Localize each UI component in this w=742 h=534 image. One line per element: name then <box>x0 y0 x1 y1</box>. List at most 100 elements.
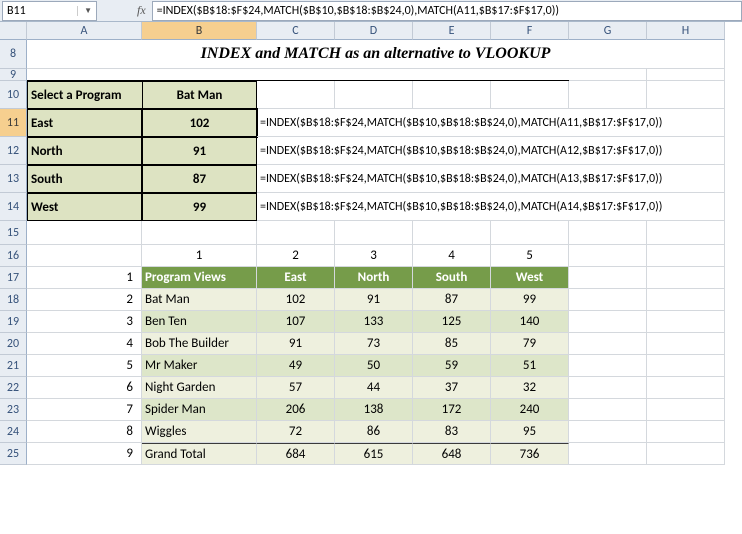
table-row-value[interactable]: 206 <box>257 399 335 421</box>
cell[interactable] <box>569 221 647 245</box>
table-row-value[interactable]: 99 <box>491 289 569 311</box>
table-row-value[interactable]: 125 <box>413 311 491 333</box>
table-row-value[interactable]: 138 <box>335 399 413 421</box>
row-header[interactable]: 10 <box>0 81 27 109</box>
cell[interactable] <box>647 443 725 465</box>
cell[interactable] <box>647 311 725 333</box>
table-row-label[interactable]: Wiggles <box>142 421 257 443</box>
row-header[interactable]: 20 <box>0 333 27 355</box>
cell[interactable] <box>647 399 725 421</box>
cell[interactable] <box>647 221 725 245</box>
formula-input[interactable] <box>152 1 742 21</box>
table-header[interactable]: South <box>413 267 491 289</box>
row-header[interactable]: 15 <box>0 221 27 245</box>
table-row-label[interactable]: Night Garden <box>142 377 257 399</box>
cell[interactable] <box>27 69 569 81</box>
result-region[interactable]: West <box>27 193 142 221</box>
row-header[interactable]: 24 <box>0 421 27 443</box>
cell[interactable] <box>413 81 491 109</box>
table-header[interactable]: North <box>335 267 413 289</box>
table-row-value[interactable]: 87 <box>413 289 491 311</box>
table-row-value[interactable]: 107 <box>257 311 335 333</box>
table-row-label[interactable]: Ben Ten <box>142 311 257 333</box>
row-index[interactable]: 9 <box>27 443 142 465</box>
cell[interactable] <box>569 443 647 465</box>
result-value[interactable]: 87 <box>142 165 257 193</box>
table-row-value[interactable]: 73 <box>335 333 413 355</box>
table-row-label[interactable]: Bat Man <box>142 289 257 311</box>
table-total-value[interactable]: 684 <box>257 443 335 465</box>
col-header-B[interactable]: B <box>142 22 257 40</box>
cell[interactable] <box>647 377 725 399</box>
cell[interactable] <box>257 81 335 109</box>
row-header[interactable]: 12 <box>0 137 27 165</box>
col-index[interactable]: 1 <box>142 245 257 267</box>
col-header-D[interactable]: D <box>335 22 413 40</box>
cell[interactable] <box>335 81 413 109</box>
cell[interactable] <box>27 245 142 267</box>
table-row-value[interactable]: 102 <box>257 289 335 311</box>
table-row-value[interactable]: 240 <box>491 399 569 421</box>
table-row-label[interactable]: Bob The Builder <box>142 333 257 355</box>
name-box[interactable]: B11 ▼ <box>2 1 97 21</box>
cell[interactable] <box>569 399 647 421</box>
row-index[interactable]: 3 <box>27 311 142 333</box>
table-total-label[interactable]: Grand Total <box>142 443 257 465</box>
cell[interactable] <box>491 81 569 109</box>
row-index[interactable]: 4 <box>27 333 142 355</box>
cell[interactable] <box>569 289 647 311</box>
cell[interactable] <box>647 333 725 355</box>
cell[interactable] <box>27 221 142 245</box>
col-index[interactable]: 2 <box>257 245 335 267</box>
table-row-value[interactable]: 85 <box>413 333 491 355</box>
table-row-value[interactable]: 172 <box>413 399 491 421</box>
cell[interactable] <box>413 221 491 245</box>
cell[interactable] <box>142 221 257 245</box>
row-header[interactable]: 13 <box>0 165 27 193</box>
row-header[interactable]: 16 <box>0 245 27 267</box>
row-header[interactable]: 22 <box>0 377 27 399</box>
row-header[interactable]: 9 <box>0 69 27 81</box>
select-program-label[interactable]: Select a Program <box>27 81 142 109</box>
cell[interactable] <box>569 245 647 267</box>
table-row-value[interactable]: 140 <box>491 311 569 333</box>
table-row-value[interactable]: 86 <box>335 421 413 443</box>
cell[interactable] <box>647 267 725 289</box>
row-header[interactable]: 19 <box>0 311 27 333</box>
table-header[interactable]: West <box>491 267 569 289</box>
col-index[interactable]: 5 <box>491 245 569 267</box>
table-total-value[interactable]: 648 <box>413 443 491 465</box>
name-box-dropdown-icon[interactable]: ▼ <box>77 6 92 16</box>
cell[interactable] <box>569 355 647 377</box>
table-row-value[interactable]: 32 <box>491 377 569 399</box>
table-total-value[interactable]: 615 <box>335 443 413 465</box>
table-row-value[interactable]: 49 <box>257 355 335 377</box>
cell[interactable] <box>647 421 725 443</box>
result-formula-text[interactable]: =INDEX($B$18:$F$24,MATCH($B$10,$B$18:$B$… <box>257 109 725 137</box>
result-region[interactable]: South <box>27 165 142 193</box>
col-header-A[interactable]: A <box>27 22 142 40</box>
selected-program[interactable]: Bat Man <box>142 81 257 109</box>
table-row-value[interactable]: 133 <box>335 311 413 333</box>
cell[interactable] <box>569 311 647 333</box>
result-region[interactable]: East <box>27 109 142 137</box>
result-value[interactable]: 99 <box>142 193 257 221</box>
cell[interactable] <box>335 221 413 245</box>
cell[interactable] <box>647 69 725 81</box>
table-row-value[interactable]: 95 <box>491 421 569 443</box>
row-index[interactable]: 2 <box>27 289 142 311</box>
cell[interactable] <box>569 69 647 81</box>
row-header[interactable]: 11 <box>0 109 27 137</box>
table-row-label[interactable]: Spider Man <box>142 399 257 421</box>
table-total-value[interactable]: 736 <box>491 443 569 465</box>
result-formula-text[interactable]: =INDEX($B$18:$F$24,MATCH($B$10,$B$18:$B$… <box>257 137 725 165</box>
result-region[interactable]: North <box>27 137 142 165</box>
row-header[interactable]: 8 <box>0 40 27 69</box>
cell[interactable] <box>647 289 725 311</box>
table-row-value[interactable]: 37 <box>413 377 491 399</box>
table-header[interactable]: Program Views <box>142 267 257 289</box>
table-row-value[interactable]: 51 <box>491 355 569 377</box>
row-header[interactable]: 14 <box>0 193 27 221</box>
col-index[interactable]: 3 <box>335 245 413 267</box>
row-header[interactable]: 23 <box>0 399 27 421</box>
